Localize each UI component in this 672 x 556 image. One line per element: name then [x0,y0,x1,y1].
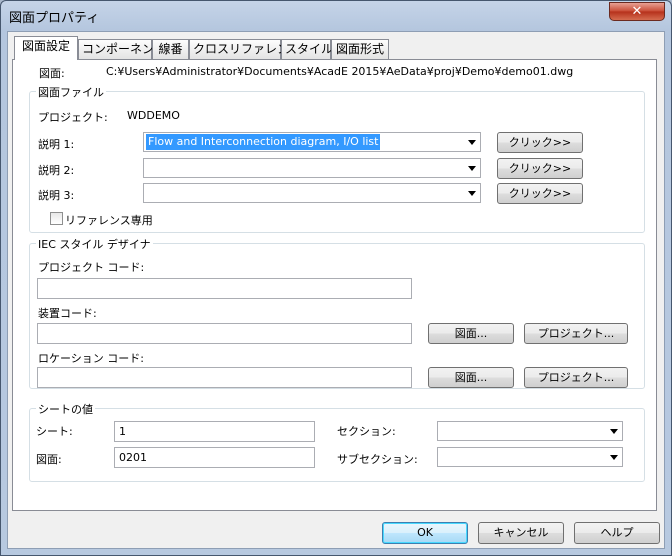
tab-wire-numbers[interactable]: 線番 [152,39,189,59]
location-project-button[interactable]: プロジェクト... [524,367,628,388]
installation-code-input[interactable] [37,323,412,344]
location-code-label: ロケーション コード: [38,352,144,365]
description-3-combo[interactable] [143,183,481,203]
description-2-click-button[interactable]: クリック>> [497,158,583,179]
project-value: WDDEMO [127,109,180,122]
sheet-drawing-label: 図面: [36,453,62,466]
description-1-combo[interactable]: Flow and Interconnection diagram, I/O li… [143,132,481,152]
section-label: セクション: [337,425,396,438]
drawing-path-value: C:¥Users¥Administrator¥Documents¥AcadE 2… [106,65,574,78]
chevron-down-icon[interactable] [610,455,618,460]
sheet-label: シート: [36,425,73,438]
reference-only-label: リファレンス専用 [65,214,153,227]
chevron-down-icon[interactable] [468,191,476,196]
cancel-button[interactable]: キャンセル [478,522,564,544]
installation-code-label: 装置コード: [38,307,97,320]
subsection-combo[interactable] [437,447,623,467]
drawing-file-group: 図面ファイル プロジェクト: WDDEMO 説明 1: Flow and Int… [29,84,645,233]
ok-button[interactable]: OK [382,522,468,544]
dialog-client-area: 図面設定 コンポーネント 線番 クロスリファレンス スタイル 図面形式 図面: … [7,31,665,549]
dialog-window: 図面プロパティ ✕ 図面設定 コンポーネント 線番 クロスリファレンス スタイル… [0,0,672,556]
title-bar: 図面プロパティ ✕ [1,1,671,31]
tab-panel-drawing-settings: 図面: C:¥Users¥Administrator¥Documents¥Aca… [12,59,657,511]
chevron-down-icon[interactable] [468,140,476,145]
sheet-drawing-input[interactable]: 0201 [114,447,315,468]
description-1-label: 説明 1: [38,138,75,151]
iec-group-title: IEC スタイル デザイナ [36,236,153,252]
project-code-input[interactable] [37,278,412,299]
tab-styles[interactable]: スタイル [281,39,333,59]
chevron-down-icon[interactable] [610,429,618,434]
tab-cross-reference[interactable]: クロスリファレンス [189,39,301,59]
iec-style-designer-group: IEC スタイル デザイナ プロジェクト コード: 装置コード: 図面... プ… [29,236,645,389]
subsection-value [440,449,444,465]
location-drawing-button[interactable]: 図面... [428,367,514,388]
section-value [440,423,444,439]
chevron-down-icon[interactable] [468,166,476,171]
reference-only-checkbox[interactable] [50,212,63,225]
installation-project-button[interactable]: プロジェクト... [524,323,628,344]
sheet-values-group: シートの値 シート: 1 図面: 0201 セクション: サブセクション: [29,401,645,482]
project-label: プロジェクト: [38,111,108,124]
sheet-input[interactable]: 1 [114,421,315,442]
description-3-label: 説明 3: [38,189,75,202]
description-2-value [146,160,150,176]
description-3-value [146,185,150,201]
sheet-values-group-title: シートの値 [36,401,95,417]
subsection-label: サブセクション: [337,453,418,466]
tab-drawing-format[interactable]: 図面形式 [331,39,389,59]
description-2-combo[interactable] [143,158,481,178]
description-1-click-button[interactable]: クリック>> [497,132,583,153]
tab-components[interactable]: コンポーネント [78,39,166,59]
location-code-input[interactable] [37,367,412,388]
project-code-label: プロジェクト コード: [38,261,145,274]
description-3-click-button[interactable]: クリック>> [497,183,583,204]
tab-drawing-settings[interactable]: 図面設定 [14,36,78,60]
section-combo[interactable] [437,421,623,441]
description-1-value: Flow and Interconnection diagram, I/O li… [144,133,382,151]
drawing-file-group-title: 図面ファイル [36,84,106,100]
close-button[interactable]: ✕ [609,2,665,21]
description-2-label: 説明 2: [38,164,75,177]
installation-drawing-button[interactable]: 図面... [428,323,514,344]
help-button[interactable]: ヘルプ [574,522,660,544]
window-title: 図面プロパティ [9,11,100,26]
drawing-path-label: 図面: [39,67,65,80]
